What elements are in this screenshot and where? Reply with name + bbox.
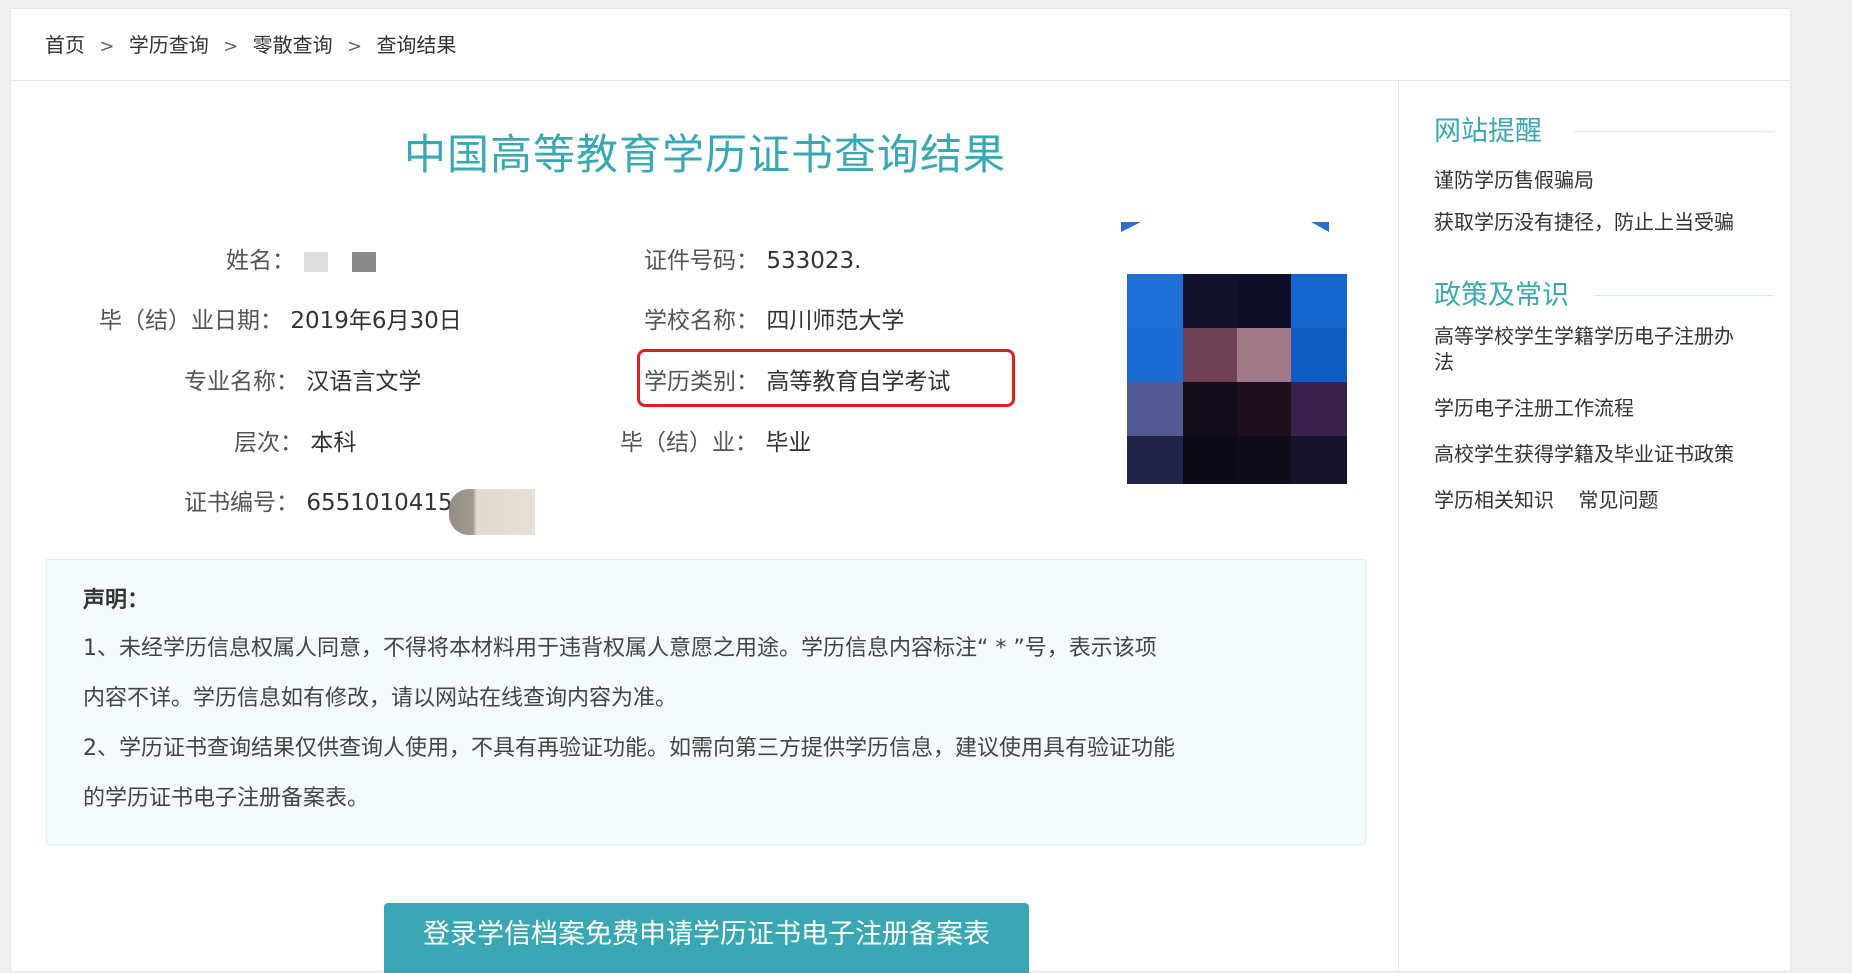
- main-content: 中国高等教育学历证书查询结果 姓名： 证件号码： 533023. 毕（结）业日期…: [11, 81, 1399, 973]
- notice-title: 声明：: [83, 588, 150, 613]
- student-photo: [1121, 222, 1349, 484]
- breadcrumb-separator: >: [99, 36, 115, 57]
- breadcrumb-current: 查询结果: [376, 33, 457, 57]
- level-field: 层次： 本科: [234, 423, 356, 457]
- section-divider: [1574, 131, 1774, 132]
- sidebar-link-knowledge[interactable]: 学历相关知识: [1434, 488, 1554, 512]
- graduation-date-field: 毕（结）业日期： 2019年6月30日: [99, 301, 462, 335]
- breadcrumb-separator: >: [223, 36, 239, 57]
- notice-line: 1、未经学历信息权属人同意，不得将本材料用于违背权属人意愿之用途。学历信息内容标…: [83, 636, 1157, 661]
- graduation-status-field: 毕（结）业： 毕业: [620, 423, 811, 457]
- graduation-status-value: 毕业: [765, 430, 812, 456]
- page-title: 中国高等教育学历证书查询结果: [403, 130, 1006, 179]
- graduation-date-label: 毕（结）业日期：: [99, 308, 283, 334]
- sidebar-policy-title: 政策及常识: [1434, 280, 1569, 311]
- breadcrumb-home[interactable]: 首页: [45, 33, 85, 57]
- apply-report-button[interactable]: 登录学信档案免费申请学历证书电子注册备案表: [384, 903, 1029, 973]
- name-field: 姓名：: [226, 241, 382, 275]
- page-container: 首页 > 学历查询 > 零散查询 > 查询结果 中国高等教育学历证书查询结果 姓…: [10, 8, 1791, 973]
- id-number-label: 证件号码：: [644, 248, 759, 274]
- breadcrumb-degree-query[interactable]: 学历查询: [129, 33, 209, 57]
- sidebar-link-fraud-warning[interactable]: 谨防学历售假骗局: [1434, 167, 1774, 193]
- certificate-redaction: [449, 489, 535, 535]
- id-number-value: 533023.: [766, 248, 862, 274]
- sidebar-link-registration-rules[interactable]: 高等学校学生学籍学历电子注册办: [1434, 323, 1774, 349]
- certificate-number-field: 证书编号： 6551010415: [184, 483, 453, 517]
- name-label: 姓名：: [226, 248, 295, 274]
- major-value: 汉语言文学: [306, 369, 422, 395]
- notice-line: 的学历证书电子注册备案表。: [83, 786, 370, 811]
- name-redacted: [302, 250, 382, 274]
- major-field: 专业名称： 汉语言文学: [184, 362, 421, 396]
- sidebar: 网站提醒 谨防学历售假骗局 获取学历没有捷径，防止上当受骗 政策及常识 高等学校…: [1434, 81, 1774, 513]
- sidebar-link-registration-rules-cont[interactable]: 法: [1434, 349, 1774, 375]
- sidebar-link-certificate-policy[interactable]: 高校学生获得学籍及毕业证书政策: [1434, 441, 1774, 467]
- reminder-links: 谨防学历售假骗局 获取学历没有捷径，防止上当受骗: [1434, 167, 1774, 235]
- school-field: 学校名称： 四川师范大学: [644, 301, 904, 335]
- school-value: 四川师范大学: [766, 308, 905, 334]
- id-number-field: 证件号码： 533023.: [644, 241, 861, 275]
- graduation-date-value: 2019年6月30日: [290, 308, 462, 334]
- policy-links: 高等学校学生学籍学历电子注册办 法 学历电子注册工作流程 高校学生获得学籍及毕业…: [1434, 323, 1774, 513]
- major-label: 专业名称：: [184, 369, 299, 395]
- sidebar-link-no-shortcut[interactable]: 获取学历没有捷径，防止上当受骗: [1434, 209, 1774, 235]
- highlight-box: [637, 349, 1015, 407]
- sidebar-policy-section: 政策及常识: [1434, 273, 1774, 313]
- breadcrumb-single-query[interactable]: 零散查询: [253, 33, 333, 57]
- sidebar-last-row: 学历相关知识 常见问题: [1434, 487, 1774, 513]
- school-label: 学校名称：: [644, 308, 759, 334]
- level-label: 层次：: [234, 430, 303, 456]
- certificate-number-label: 证书编号：: [184, 490, 299, 516]
- graduation-status-label: 毕（结）业：: [620, 430, 758, 456]
- photo-image: [1121, 222, 1349, 484]
- breadcrumb-separator: >: [346, 36, 363, 57]
- notice-line: 内容不详。学历信息如有修改，请以网站在线查询内容为准。: [83, 686, 678, 711]
- sidebar-reminder-title: 网站提醒: [1434, 116, 1542, 147]
- sidebar-reminder-section: 网站提醒: [1434, 109, 1774, 149]
- sidebar-link-registration-process[interactable]: 学历电子注册工作流程: [1434, 395, 1774, 421]
- breadcrumb: 首页 > 学历查询 > 零散查询 > 查询结果: [11, 9, 1790, 81]
- certificate-number-value: 6551010415: [306, 490, 453, 516]
- section-divider: [1594, 295, 1774, 296]
- level-value: 本科: [310, 430, 357, 456]
- sidebar-link-faq[interactable]: 常见问题: [1578, 488, 1658, 512]
- disclaimer-notice: 声明： 1、未经学历信息权属人同意，不得将本材料用于违背权属人意愿之用途。学历信…: [46, 559, 1366, 845]
- notice-line: 2、学历证书查询结果仅供查询人使用，不具有再验证功能。如需向第三方提供学历信息，…: [83, 736, 1176, 761]
